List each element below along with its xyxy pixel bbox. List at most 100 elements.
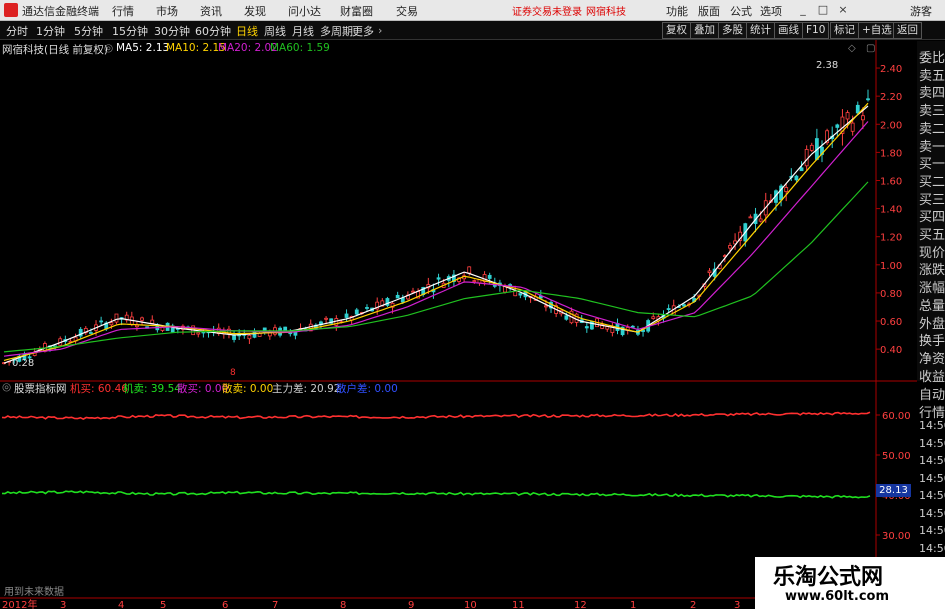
- y-tick-label: 1.20: [880, 233, 902, 244]
- quote-field-label: 涨幅: [919, 281, 945, 297]
- quote-field-label: 买一: [919, 157, 945, 173]
- candle-body: [283, 326, 288, 332]
- candle-body: [584, 326, 589, 329]
- y-tick-label: 0.80: [880, 289, 902, 300]
- tab-monthly[interactable]: 月线: [290, 23, 316, 39]
- indicator-y-tick-label: 50.00: [882, 451, 911, 462]
- menu-item-news[interactable]: 资讯: [200, 3, 222, 19]
- chart-expand-icon[interactable]: ◇: [848, 43, 856, 54]
- candle-body: [630, 325, 635, 328]
- quote-field-label: 卖三: [919, 104, 945, 120]
- back-button[interactable]: 返回: [893, 22, 922, 39]
- indicator-line: [1, 490, 871, 499]
- candle-body: [748, 216, 753, 219]
- tick-time-label: 14:50: [919, 506, 945, 520]
- menu-item-function[interactable]: 功能: [666, 3, 688, 19]
- candle-body: [140, 317, 144, 321]
- indicator-settings-icon[interactable]: ◎: [2, 381, 11, 393]
- indicator-y-tick-label: 60.00: [882, 411, 911, 422]
- tick-time-label: 14:50: [919, 471, 945, 485]
- x-tick-label: 6: [222, 600, 228, 609]
- y-tick-label: 0.60: [880, 317, 902, 328]
- f10-button[interactable]: F10: [802, 22, 830, 39]
- overlay-button[interactable]: 叠加: [690, 22, 719, 39]
- quote-field-label: 买二: [919, 174, 945, 190]
- y-tick-label: 1.60: [880, 176, 902, 187]
- tab-60min[interactable]: 60分钟: [193, 23, 233, 39]
- quote-field-label: 总量: [919, 298, 945, 314]
- y-tick-label: 2.20: [880, 92, 902, 103]
- x-tick-label: 4: [118, 600, 124, 609]
- candle-body: [411, 290, 415, 293]
- quote-field-label: 涨跌: [919, 263, 945, 279]
- add-favorite-button[interactable]: +自选: [858, 22, 896, 39]
- y-tick-label: 1.80: [880, 148, 902, 159]
- more-chevron-icon[interactable]: ›: [378, 24, 382, 37]
- candle-body: [232, 335, 236, 340]
- quote-field-label: 净资: [919, 351, 945, 367]
- quote-side-panel: 委比 卖五 卖四 卖三 卖二 卖一 买一 买二 买三 买四 买五 现价 涨跌 涨幅 总量 外盘 换手 净资 收益: [917, 41, 945, 385]
- x-tick-label: 3: [60, 600, 66, 609]
- retail-sell-label: 散卖: 0.00: [222, 383, 274, 395]
- menu-item-layout[interactable]: 版面: [698, 3, 720, 19]
- tab-30min[interactable]: 30分钟: [152, 23, 192, 39]
- indicator-chart: [1, 411, 871, 499]
- x-tick-label: 1: [630, 600, 636, 609]
- quote-field-label: 收益: [919, 369, 945, 385]
- x-tick-label: 7: [272, 600, 278, 609]
- adjust-button[interactable]: 复权: [662, 22, 691, 39]
- x-tick-label: 3: [734, 600, 740, 609]
- tab-5min[interactable]: 5分钟: [72, 23, 105, 39]
- candle-body: [544, 305, 548, 308]
- future-data-notice: 用到未来数据: [4, 587, 64, 598]
- quote-field-label: 现价: [919, 245, 945, 261]
- inst-buy-label: 机买: 60.46: [70, 383, 128, 395]
- quote-field-label: 换手: [919, 334, 945, 350]
- menu-item-market-list[interactable]: 市场: [156, 3, 178, 19]
- minimize-button[interactable]: _: [796, 3, 810, 16]
- chart-window-icon[interactable]: ▢: [866, 43, 875, 54]
- period-toolbar: 分时 1分钟 5分钟 15分钟 30分钟 60分钟 日线 周线 月线 多周期 更…: [0, 21, 945, 40]
- stats-button[interactable]: 统计: [746, 22, 775, 39]
- candle-body: [845, 112, 850, 120]
- menu-item-options[interactable]: 选项: [760, 3, 782, 19]
- retail-buy-label: 散买: 0.00: [177, 383, 229, 395]
- candle-body: [564, 315, 569, 320]
- menu-item-xiaoda[interactable]: 问小达: [288, 3, 321, 19]
- tab-timeshare[interactable]: 分时: [4, 23, 30, 39]
- auto-quote-label: 自动: [919, 388, 945, 403]
- top-menu-bar: 通达信金融终端 行情 市场 资讯 发现 问小达 财富圈 交易 证券交易未登录 网…: [0, 0, 945, 21]
- chart-area[interactable]: 2012年 3 4 5 6 7 8 9 10 11 12 1 2 3 2.402.202.001.801.…: [0, 40, 917, 609]
- quote-field-label: 外盘: [919, 316, 945, 332]
- candle-body: [99, 320, 104, 323]
- stock-name-notice: 网宿科技: [586, 7, 626, 18]
- menu-item-trade[interactable]: 交易: [396, 3, 418, 19]
- tab-more[interactable]: 更多: [350, 23, 376, 39]
- draw-line-button[interactable]: 画线: [774, 22, 803, 39]
- menu-item-discover[interactable]: 发现: [244, 3, 266, 19]
- y-tick-label: 2.40: [880, 64, 902, 75]
- quote-field-label: 委比: [919, 51, 945, 66]
- candle-body: [784, 187, 789, 192]
- multi-stock-button[interactable]: 多股: [718, 22, 747, 39]
- tab-daily[interactable]: 日线: [234, 23, 260, 39]
- indicator-title[interactable]: 股票指标网: [14, 381, 67, 396]
- menu-item-market[interactable]: 行情: [112, 3, 134, 19]
- candle-body: [758, 218, 763, 222]
- site-watermark: 乐淘公式网 www.60lt.com: [755, 557, 945, 609]
- y-tick-label: 0.40: [880, 345, 902, 356]
- guest-label[interactable]: 游客: [910, 3, 932, 19]
- tab-1min[interactable]: 1分钟: [34, 23, 67, 39]
- menu-item-fortune[interactable]: 财富圈: [340, 3, 373, 19]
- x-tick-label: 12: [574, 600, 587, 609]
- maximize-button[interactable]: □: [816, 3, 830, 16]
- menu-item-formula[interactable]: 公式: [730, 3, 752, 19]
- app-title: 通达信金融终端: [22, 5, 99, 18]
- auto-quote-label: 行情: [919, 405, 945, 421]
- close-button[interactable]: ×: [836, 3, 850, 16]
- login-notice[interactable]: 证券交易未登录: [512, 3, 582, 18]
- candle-body: [472, 280, 477, 282]
- tab-15min[interactable]: 15分钟: [110, 23, 150, 39]
- tab-weekly[interactable]: 周线: [262, 23, 288, 39]
- mark-button[interactable]: 标记: [830, 22, 859, 39]
